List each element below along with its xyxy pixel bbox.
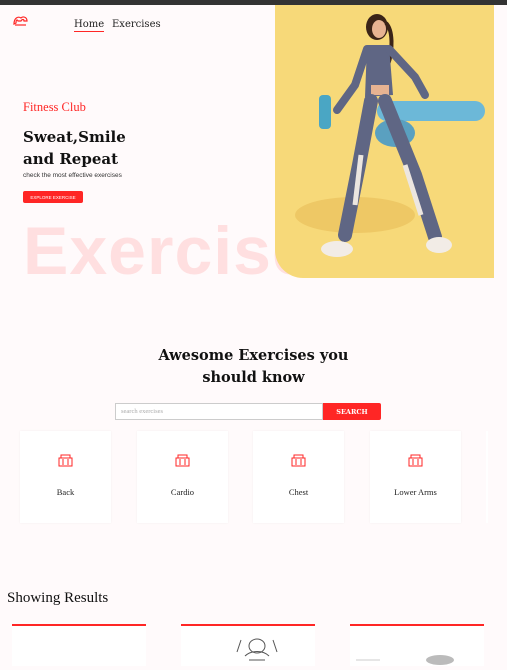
- gym-icon: [291, 453, 306, 468]
- exercise-card[interactable]: [350, 624, 484, 666]
- body-part-card-partial[interactable]: [486, 431, 488, 523]
- body-part-label: Back: [56, 487, 75, 497]
- hero-background-word: Exercise: [23, 213, 311, 289]
- hero-subtitle: check the most effective exercises: [23, 172, 122, 179]
- gym-icon: [58, 453, 73, 468]
- gym-icon: [175, 453, 190, 468]
- gym-icon: [408, 453, 423, 468]
- explore-exercise-button[interactable]: EXPLORE EXERCISE: [23, 191, 83, 203]
- hero-headline-line2: and Repeat: [23, 150, 119, 168]
- hero-tagline: Fitness Club: [23, 100, 86, 114]
- exercise-card[interactable]: [12, 624, 146, 666]
- body-part-label: Lower Arms: [394, 487, 437, 497]
- section-title: Awesome Exercises you should know: [0, 345, 507, 389]
- body-part-card-lower-arms[interactable]: Lower Arms: [370, 431, 461, 523]
- search-input[interactable]: search exercises: [115, 403, 323, 420]
- logo-icon[interactable]: [12, 14, 30, 30]
- body-part-card-cardio[interactable]: Cardio: [137, 431, 228, 523]
- section-title-line2: should know: [202, 369, 305, 386]
- nav-home-link[interactable]: Home: [74, 19, 105, 32]
- body-part-card-back[interactable]: Back: [20, 431, 111, 523]
- exercise-card[interactable]: [181, 624, 315, 666]
- body-part-label: Cardio: [170, 487, 195, 497]
- search-button[interactable]: SEARCH: [323, 403, 381, 420]
- hero-headline-line1: Sweat,Smile: [23, 128, 126, 146]
- section-title-line1: Awesome Exercises you: [158, 347, 349, 364]
- body-part-label: Chest: [288, 487, 309, 497]
- hero-banner-image: [275, 5, 494, 278]
- hero-headline: Sweat,Smile and Repeat: [23, 126, 163, 170]
- results-title: Showing Results: [7, 590, 109, 606]
- exercise-illustration: [356, 655, 454, 665]
- nav-exercises-link[interactable]: Exercises: [112, 19, 161, 30]
- exercise-illustration: [236, 638, 278, 661]
- body-part-card-chest[interactable]: Chest: [253, 431, 344, 523]
